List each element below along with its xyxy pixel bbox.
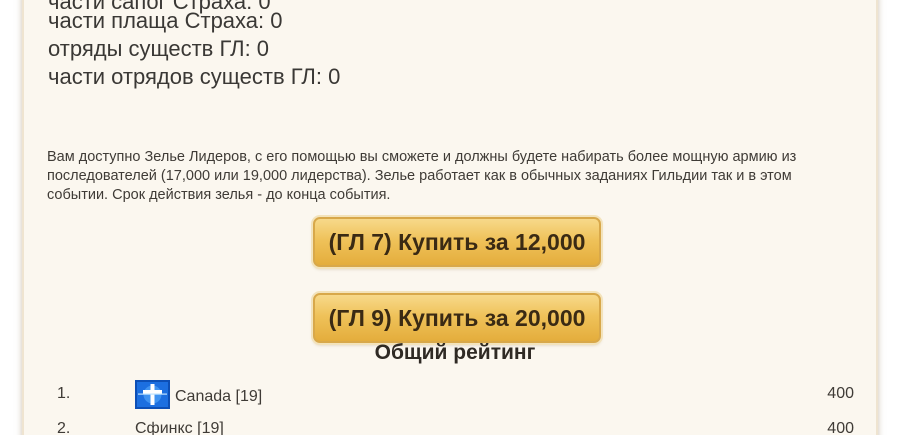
rating-guild[interactable]: Сфинкс [19]	[135, 420, 224, 435]
rating-title: Общий рейтинг	[374, 341, 536, 364]
rating-guild-name: Canada [19]	[175, 388, 263, 405]
rating-row[interactable]: 2. Сфинкс [19] 400	[0, 416, 900, 435]
rating-guild-name: Сфинкс [19]	[135, 420, 224, 435]
buy-gl9-button[interactable]: (ГЛ 9) Купить за 20,000	[313, 293, 601, 343]
buy-gl7-button[interactable]: (ГЛ 7) Купить за 12,000	[313, 217, 601, 267]
rating-row[interactable]: 1. Canada [19] 400	[0, 380, 900, 409]
counter-gl-creature-squads: отряды существ ГЛ: 0	[48, 36, 270, 61]
rating-score: 400	[827, 385, 854, 402]
rating-rank: 1.	[57, 385, 71, 402]
page: части сапог Страха: 0 части плаща Страха…	[0, 0, 900, 435]
rating-rank: 2.	[57, 420, 71, 435]
counter-gl-creature-squad-parts: части отрядов существ ГЛ: 0	[48, 64, 341, 89]
counter-fear-cloak-parts: части плаща Страха: 0	[48, 8, 283, 33]
rating-score: 400	[827, 420, 854, 435]
blue-cross-emblem-icon	[135, 380, 170, 409]
rating-guild[interactable]: Canada [19]	[135, 380, 263, 409]
potion-info-text: Вам доступно Зелье Лидеров, с его помощь…	[47, 149, 797, 203]
